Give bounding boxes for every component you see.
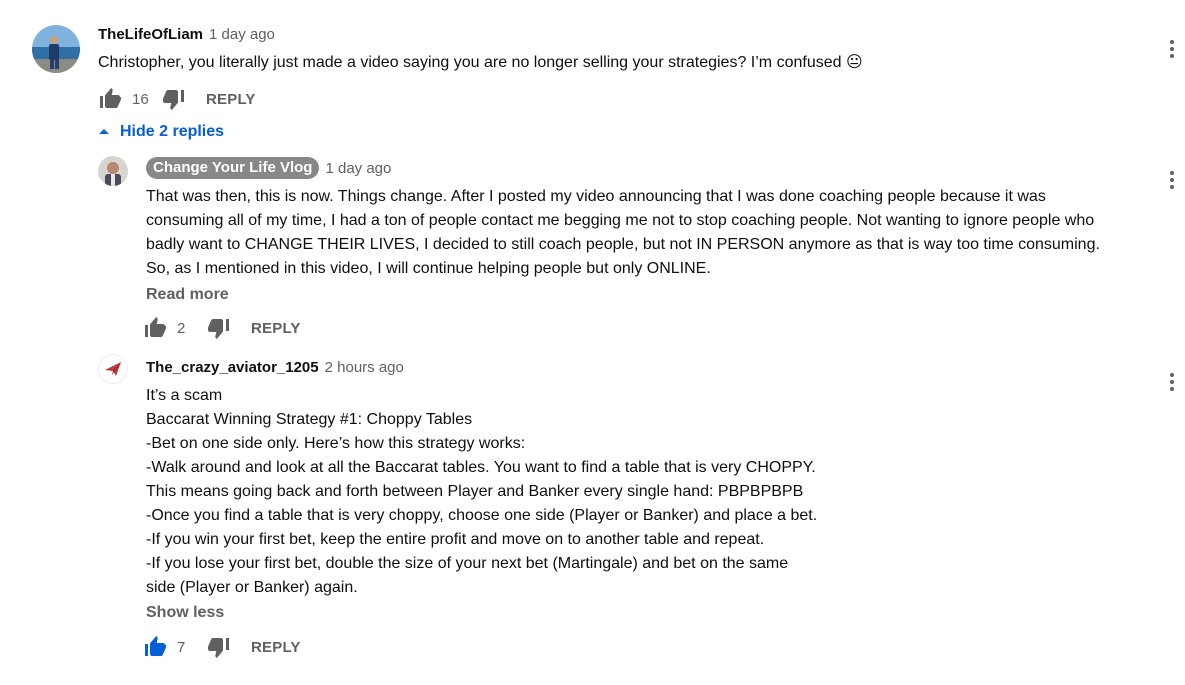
reply-text: It’s a scam Baccarat Winning Strategy #1… [146,387,818,596]
more-vert-icon[interactable] [1160,37,1184,61]
comment-header: TheLifeOfLiam 1 day ago [98,26,275,43]
avatar-theLifeOfLiam[interactable] [32,25,80,73]
read-more-link[interactable]: Read more [146,286,229,304]
avatar-change-your-life-vlog[interactable] [98,156,128,186]
timestamp[interactable]: 1 day ago [325,160,391,177]
reply-button[interactable]: REPLY [206,91,256,108]
thumbs-down-icon[interactable] [207,316,231,340]
reply-text: That was then, this is now. Things chang… [146,188,1100,277]
more-vert-icon[interactable] [1160,370,1184,394]
like-count: 2 [177,319,186,337]
author-name[interactable]: TheLifeOfLiam [98,26,203,43]
comment-actions: 16 REPLY [98,87,256,111]
hide-replies-label: Hide 2 replies [120,123,225,140]
reply-button[interactable]: REPLY [251,639,301,656]
caret-up-icon [92,120,116,144]
thumbs-up-icon[interactable] [143,316,167,340]
avatar-the-crazy-aviator[interactable] [98,354,128,384]
author-name[interactable]: The_crazy_aviator_1205 [146,359,319,376]
reply-1: Change Your Life Vlog 1 day ago That was… [0,150,1185,350]
reply-actions: 2 REPLY [143,316,301,340]
like-count: 7 [177,638,186,656]
more-vert-icon[interactable] [1160,168,1184,192]
thumbs-down-icon[interactable] [162,87,186,111]
timestamp[interactable]: 2 hours ago [325,359,404,376]
reply-actions: 7 REPLY [143,635,301,659]
timestamp[interactable]: 1 day ago [209,26,275,43]
show-less-link[interactable]: Show less [146,604,224,622]
reply-button[interactable]: REPLY [251,320,301,337]
thumbs-down-icon[interactable] [207,635,231,659]
comment-text: Christopher, you literally just made a v… [98,54,863,71]
channel-owner-badge[interactable]: Change Your Life Vlog [146,157,320,179]
reply-header: Change Your Life Vlog 1 day ago [146,157,391,179]
comment-top: TheLifeOfLiam 1 day ago Christopher, you… [0,0,1185,120]
reply-header: The_crazy_aviator_1205 2 hours ago [146,359,404,376]
thumbs-up-icon[interactable] [143,635,167,659]
hide-replies-button[interactable]: Hide 2 replies [92,120,224,144]
like-count: 16 [132,90,149,108]
thumbs-up-icon[interactable] [98,87,122,111]
reply-2: The_crazy_aviator_1205 2 hours ago It’s … [0,350,1185,685]
